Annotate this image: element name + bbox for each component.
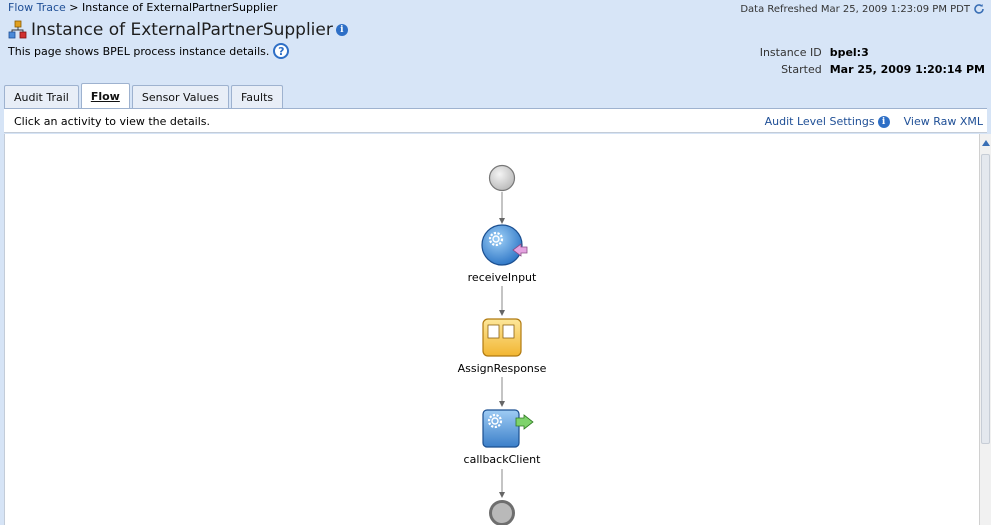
tab-bar: Audit Trail Flow Sensor Values Faults — [4, 83, 284, 108]
page-description-row: This page shows BPEL process instance de… — [8, 43, 290, 59]
data-refreshed-status: Data Refreshed Mar 25, 2009 1:23:09 PM P… — [740, 3, 985, 15]
bpel-process-icon — [8, 20, 27, 39]
audit-level-settings-link[interactable]: Audit Level Settings i — [765, 115, 890, 128]
refresh-icon[interactable] — [973, 3, 985, 15]
started-label: Started — [781, 63, 822, 76]
vertical-scrollbar[interactable] — [979, 134, 991, 525]
activity-label-AssignResponse: AssignResponse — [458, 362, 547, 375]
title-row: Instance of ExternalPartnerSupplier i — [8, 20, 348, 40]
tab-faults[interactable]: Faults — [230, 85, 284, 108]
activity-AssignResponse[interactable]: AssignResponse — [458, 318, 547, 375]
tab-sensor-values[interactable]: Sensor Values — [131, 85, 229, 108]
receive-activity-icon — [481, 224, 523, 266]
tab-audit-trail[interactable]: Audit Trail — [4, 85, 79, 108]
instance-id-value: bpel:3 — [829, 46, 869, 59]
breadcrumb: Flow Trace > Instance of ExternalPartner… — [8, 1, 277, 14]
instance-id-label: Instance ID — [759, 46, 822, 59]
flow-hint: Click an activity to view the details. — [14, 115, 211, 128]
activity-label-callbackClient: callbackClient — [464, 453, 542, 466]
tab-flow[interactable]: Flow — [80, 83, 130, 108]
assign-doc-icon-left — [487, 324, 500, 339]
invoke-activity-icon — [482, 409, 520, 448]
flow-toolbar: Click an activity to view the details. A… — [4, 108, 987, 133]
breadcrumb-current: Instance of ExternalPartnerSupplier — [82, 1, 278, 14]
data-refreshed-text: Data Refreshed Mar 25, 2009 1:23:09 PM P… — [740, 3, 970, 15]
breadcrumb-flow-trace-link[interactable]: Flow Trace — [8, 1, 66, 14]
toolbar-links: Audit Level Settings i View Raw XML — [765, 115, 983, 128]
chevron-up-icon — [981, 139, 990, 146]
start-node[interactable] — [488, 164, 516, 192]
activity-label-receiveInput: receiveInput — [468, 271, 537, 284]
end-node[interactable] — [489, 500, 515, 525]
scroll-thumb[interactable] — [981, 154, 990, 444]
page-description: This page shows BPEL process instance de… — [8, 44, 270, 58]
info-icon[interactable]: i — [335, 24, 348, 36]
view-raw-xml-link[interactable]: View Raw XML — [904, 115, 983, 128]
flow-canvas: receiveInput AssignResponse callbackClie… — [4, 134, 979, 525]
assign-doc-icon-right — [502, 324, 515, 339]
activity-receiveInput[interactable]: receiveInput — [468, 224, 537, 284]
page-title: Instance of ExternalPartnerSupplier — [31, 20, 333, 40]
activity-callbackClient[interactable]: callbackClient — [464, 409, 542, 466]
flow-diagram: receiveInput AssignResponse callbackClie… — [458, 164, 547, 525]
help-icon[interactable]: ? — [273, 43, 290, 59]
audit-info-icon: i — [877, 115, 890, 128]
page-header: Flow Trace > Instance of ExternalPartner… — [0, 0, 991, 108]
started-value: Mar 25, 2009 1:20:14 PM — [829, 63, 985, 76]
audit-level-settings-label: Audit Level Settings — [764, 115, 875, 128]
breadcrumb-separator: > — [69, 1, 79, 14]
scroll-up-button[interactable] — [980, 136, 991, 149]
instance-meta: Instance ID bpel:3 Started Mar 25, 2009 … — [758, 44, 987, 78]
